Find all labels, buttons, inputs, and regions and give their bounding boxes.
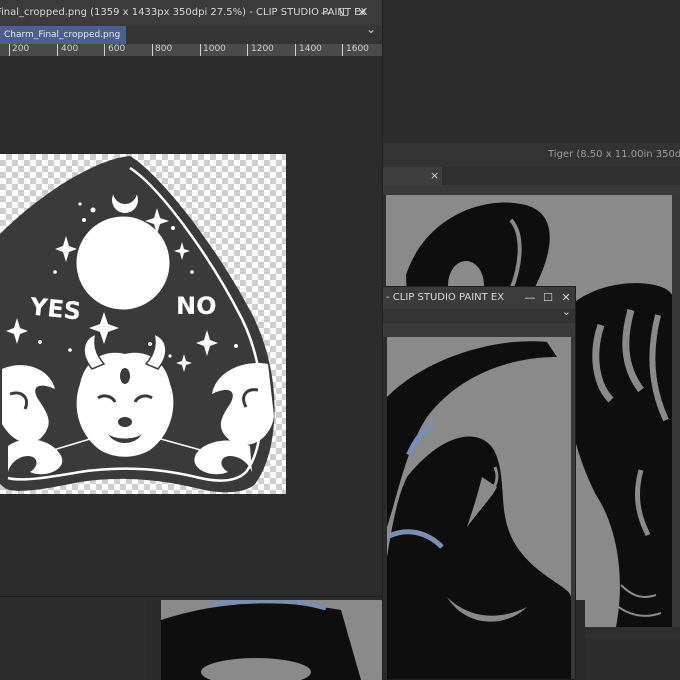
tiger-window-title: Tiger (8.50 x 11.00in 350dpi 2: [548, 149, 680, 160]
sparkle-dot: [82, 218, 86, 222]
tab-label: Charm_Final_cropped.png: [4, 30, 121, 40]
ouija-planchette-artwork: YES NO: [0, 156, 275, 493]
ruler-label: 200: [12, 44, 30, 54]
ruler-major-tick: [152, 44, 153, 56]
ruler-label: 1600: [346, 44, 369, 54]
sparkle-dot: [234, 344, 238, 348]
charm-window-titlebar[interactable]: Final_cropped.png (1359 x 1433px 350dpi …: [0, 0, 382, 27]
charm-maximize-icon[interactable]: ☐: [335, 0, 353, 26]
charm-document-window[interactable]: Final_cropped.png (1359 x 1433px 350dpi …: [0, 0, 383, 597]
small-artwork: [387, 341, 571, 679]
sparkle-dot: [190, 270, 194, 274]
sparkle-dot: [171, 226, 175, 230]
charm-window-title: Final_cropped.png (1359 x 1433px 350dpi …: [0, 7, 368, 18]
sparkle-dot: [38, 340, 42, 344]
ruler-label: 400: [61, 44, 79, 54]
ruler-label: 800: [155, 44, 173, 54]
ruler-major-tick: [247, 44, 248, 56]
tiger-vertical-scrollbar[interactable]: [672, 195, 680, 627]
charm-tab-menu-chevron-down-icon[interactable]: ⌄: [366, 22, 376, 36]
tab-charm-final-cropped[interactable]: Charm_Final_cropped.png: [0, 26, 127, 44]
ruler-major-tick: [200, 44, 201, 56]
no-label: NO: [176, 292, 217, 320]
creature-third-eye: [120, 368, 130, 384]
small-dark-mass: [387, 436, 571, 679]
yes-label: YES: [28, 292, 83, 325]
creature-nose: [118, 417, 132, 427]
charm-horizontal-ruler: 200 400 600 800 1000 1200 1400 1600: [0, 44, 382, 56]
ruler-major-tick: [57, 44, 58, 56]
sparkle-dot: [148, 342, 152, 346]
moon-cutout: [113, 180, 137, 204]
tiger-ruler: [382, 185, 680, 195]
sparkle-dot: [53, 270, 57, 274]
small-maximize-icon[interactable]: ☐: [539, 287, 557, 309]
small-ruler: [383, 323, 575, 337]
small-document-window[interactable]: - CLIP STUDIO PAINT EX — ☐ ✕ ⌄: [382, 286, 576, 680]
sparkle-dot: [168, 354, 172, 358]
small-minimize-icon[interactable]: —: [521, 287, 539, 309]
sparkle-dot: [68, 348, 72, 352]
small-canvas[interactable]: [387, 337, 571, 679]
ruler-label: 600: [108, 44, 126, 54]
ruler-major-tick: [9, 44, 10, 56]
charm-tabstrip: Charm_Final_cropped.png ⌄: [0, 22, 382, 45]
sparkle-dot: [78, 202, 82, 206]
charm-minimize-icon[interactable]: —: [317, 0, 335, 26]
small-tab-menu-chevron-down-icon[interactable]: ⌄: [562, 305, 571, 318]
small-window-titlebar[interactable]: - CLIP STUDIO PAINT EX — ☐ ✕: [383, 287, 575, 310]
small-vertical-scrollbar[interactable]: [571, 337, 575, 679]
tiger-tab-close-icon[interactable]: ×: [430, 167, 439, 185]
small-window-title: - CLIP STUDIO PAINT EX: [386, 292, 505, 303]
ruler-major-tick: [342, 44, 343, 56]
ruler-major-tick: [295, 44, 296, 56]
charm-canvas[interactable]: YES NO: [0, 154, 286, 494]
sparkle-dot: [90, 207, 96, 213]
ruler-major-tick: [104, 44, 105, 56]
ruler-label: 1200: [251, 44, 274, 54]
ruler-label: 1000: [203, 44, 226, 54]
tiger-tabstrip: ×: [382, 167, 680, 185]
tiger-window-titlebar[interactable]: Tiger (8.50 x 11.00in 350dpi 2: [382, 143, 680, 168]
ruler-label: 1400: [299, 44, 322, 54]
small-tabstrip: ⌄: [383, 305, 575, 323]
